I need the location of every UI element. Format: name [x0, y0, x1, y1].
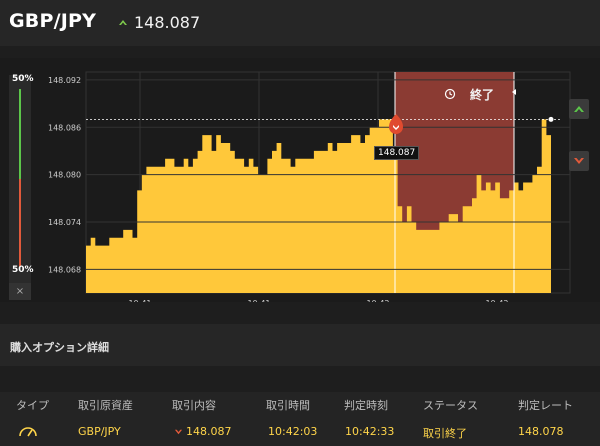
currency-pair-title: GBP/JPY: [9, 10, 97, 32]
y-tick-label: 148.086: [48, 123, 81, 132]
expiry-label: 終了: [470, 88, 495, 102]
up-arrow-icon: [119, 20, 127, 25]
y-tick-label: 148.092: [48, 76, 81, 85]
row-judge-rate: 148.078: [518, 425, 564, 438]
current-point: [548, 116, 554, 122]
header-content: 取引内容: [172, 399, 216, 412]
x-tick-label: 10:42: [485, 299, 508, 302]
down-chevron-icon: [574, 158, 584, 164]
y-tick-label: 148.074: [48, 218, 81, 227]
x-axis-ticks: 10:41 10:41 10:42 10:42: [128, 299, 508, 302]
y-tick-label: 148.068: [48, 265, 81, 274]
details-title: 購入オプション詳細: [10, 341, 109, 354]
clock-icon: [444, 88, 456, 100]
x-tick-label: 10:41: [247, 299, 270, 302]
current-rate: 148.087: [134, 13, 201, 32]
x-tick-label: 10:42: [366, 299, 389, 302]
row-content: 148.087: [186, 425, 232, 438]
header-judge-rate: 判定レート: [518, 399, 573, 412]
entry-rate-tag: 148.087: [374, 146, 420, 160]
header-trade-time: 取引時間: [266, 399, 310, 412]
header-bar: GBP/JPY 148.087: [0, 0, 600, 46]
x-tick-label: 10:41: [128, 299, 151, 302]
row-trade-time: 10:42:03: [268, 425, 318, 438]
header-judge-time: 判定時刻: [344, 399, 388, 412]
row-judge-time: 10:42:33: [345, 425, 395, 438]
up-chevron-icon: [574, 106, 584, 112]
y-tick-label: 148.080: [48, 171, 81, 180]
low-button[interactable]: [569, 151, 589, 171]
header-status: ステータス: [423, 399, 478, 412]
row-asset: GBP/JPY: [78, 425, 121, 438]
header-asset: 取引原資産: [78, 399, 133, 412]
down-arrow-icon: [174, 429, 183, 435]
high-button[interactable]: [569, 99, 589, 119]
price-chart: 148.092 148.086 148.080 148.074 148.068 10:4…: [48, 71, 571, 302]
header-type: タイプ: [16, 399, 49, 412]
gauge-icon: [19, 427, 37, 437]
row-status: 取引終了: [423, 427, 467, 440]
